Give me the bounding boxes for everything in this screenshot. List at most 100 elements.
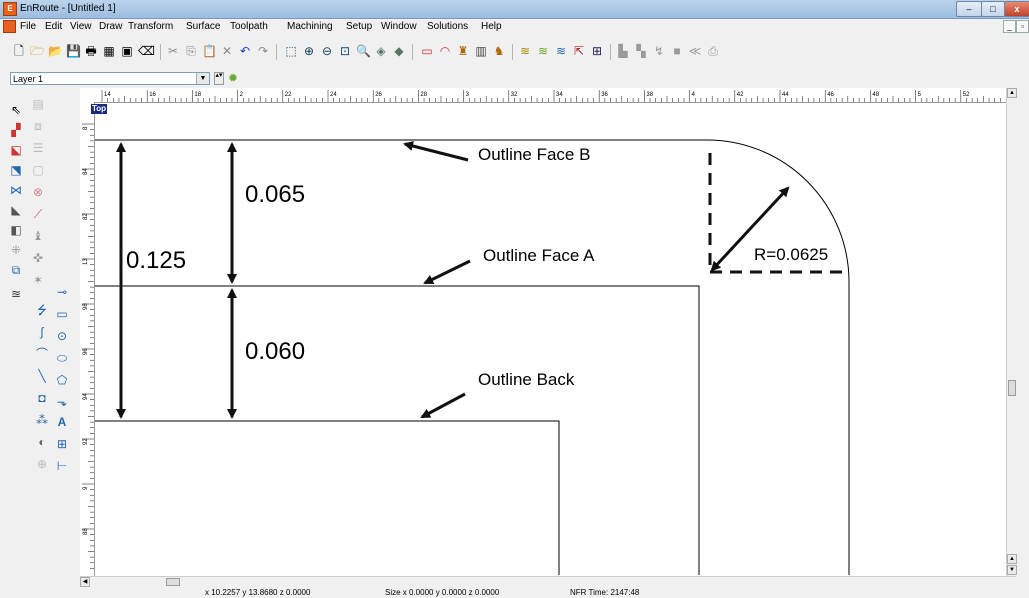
polyline-icon[interactable]: ⭍ [34, 302, 50, 318]
mdi-minimize-button[interactable]: _ [1003, 20, 1016, 33]
target-icon[interactable]: ⊕ [34, 456, 50, 472]
layer-properties-icon[interactable]: ✹ [228, 71, 238, 85]
measure-icon[interactable]: ≪ [688, 44, 702, 58]
contrast-icon[interactable]: ◐ [34, 434, 50, 450]
vertical-scrollbar[interactable]: ▲ ▲ ▼ [1006, 88, 1017, 576]
weld-icon[interactable]: ⊗ [30, 184, 46, 200]
screen-icon[interactable]: ▣ [120, 44, 134, 58]
menu-window[interactable]: Window [381, 21, 417, 32]
outline-face-a-path[interactable] [95, 285, 700, 575]
arc-icon[interactable]: ◠ [438, 44, 452, 58]
zoom-all-icon[interactable]: ⊡ [338, 44, 352, 58]
layer-down-icon[interactable]: ≋ [554, 44, 568, 58]
fill-shape-icon[interactable]: ◘ [34, 390, 50, 406]
grid-array-icon[interactable]: ⁂ [34, 412, 50, 428]
star-icon[interactable]: ⬎ [54, 394, 70, 410]
horizontal-scroll-thumb[interactable] [166, 578, 180, 586]
array-icon[interactable]: ⁜ [8, 242, 24, 258]
menu-toolpath[interactable]: Toolpath [230, 21, 268, 32]
menu-machining[interactable]: Machining [287, 21, 333, 32]
document-menu-icon[interactable] [3, 20, 16, 33]
polygon-icon[interactable]: ⬠ [54, 372, 70, 388]
view3d-icon[interactable]: ◈ [374, 44, 388, 58]
menu-surface[interactable]: Surface [186, 21, 220, 32]
pointer-icon[interactable]: ⇱ [572, 44, 586, 58]
outline-back-path[interactable] [95, 420, 560, 575]
table-icon[interactable]: ⊞ [590, 44, 604, 58]
node-edit-icon[interactable]: ▞ [8, 122, 24, 138]
menu-view[interactable]: View [70, 21, 92, 32]
trim-icon[interactable]: ♝ [30, 228, 46, 244]
menu-help[interactable]: Help [481, 21, 502, 32]
fill-icon[interactable]: ▙ [616, 44, 630, 58]
offset-icon[interactable]: ⧉ [8, 262, 24, 278]
vertical-scroll-thumb[interactable] [1008, 380, 1016, 396]
rectangle-icon[interactable]: ▭ [420, 44, 434, 58]
extend-icon[interactable]: ✜ [30, 250, 46, 266]
dimension-icon[interactable]: ⊢ [54, 458, 70, 474]
text-tool-icon[interactable]: A [54, 414, 70, 430]
line-icon[interactable]: ╲ [34, 368, 50, 384]
machine-icon[interactable]: ▥ [474, 44, 488, 58]
align-icon[interactable]: ◧ [8, 222, 24, 238]
print-icon[interactable]: 🖶 [84, 44, 98, 58]
open-folder-icon[interactable]: 📂 [48, 44, 63, 58]
bezier-icon[interactable]: ∫ [34, 324, 50, 340]
open-icon[interactable]: 🗁 [30, 44, 45, 58]
maximize-button[interactable]: □ [981, 1, 1005, 17]
circle-icon[interactable]: ⊙ [54, 328, 70, 344]
list-icon[interactable]: ☰ [30, 140, 46, 156]
wrap-icon[interactable]: ≊ [8, 286, 24, 302]
arc-draw-icon[interactable]: ⌒ [34, 346, 50, 362]
menu-draw[interactable]: Draw [99, 21, 122, 32]
enroute-app-icon[interactable]: E [3, 2, 17, 16]
redo-icon[interactable]: ↷ [256, 44, 270, 58]
skew-icon[interactable]: ◣ [8, 202, 24, 218]
scroll-down-button-2[interactable]: ▼ [1007, 565, 1017, 575]
vector-icon[interactable]: ↯ [652, 44, 666, 58]
scroll-up-button[interactable]: ▲ [1007, 88, 1017, 98]
scale-icon[interactable]: ⬕ [8, 142, 24, 158]
mdi-restore-button[interactable]: ▫ [1016, 20, 1029, 33]
texture-icon[interactable]: ▚ [634, 44, 648, 58]
zoom-window-icon[interactable]: 🔍 [356, 44, 371, 58]
ellipse-icon[interactable]: ⬭ [54, 350, 70, 366]
save-icon[interactable]: 💾 [66, 44, 81, 58]
frame-icon[interactable]: ▢ [30, 162, 46, 178]
delete-icon[interactable]: ✕ [220, 44, 234, 58]
layers-icon[interactable]: ≋ [518, 44, 532, 58]
group-icon[interactable]: ⧈ [30, 118, 46, 134]
menu-transform[interactable]: Transform [128, 21, 173, 32]
camera-icon[interactable]: ⎙ [706, 44, 720, 58]
menu-solutions[interactable]: Solutions [427, 21, 468, 32]
toolpath-icon[interactable]: ♜ [456, 44, 470, 58]
minimize-button[interactable]: – [956, 1, 982, 17]
text-block-icon[interactable]: ▤ [30, 96, 46, 112]
chevron-down-icon[interactable]: ▼ [196, 73, 209, 84]
eraser-icon[interactable]: ⌫ [138, 44, 155, 58]
rotate-icon[interactable]: ⬔ [8, 162, 24, 178]
connect-icon[interactable]: ⊸ [54, 284, 70, 300]
menu-setup[interactable]: Setup [346, 21, 372, 32]
undo-icon[interactable]: ↶ [238, 44, 252, 58]
outline-face-b-path[interactable] [95, 139, 850, 575]
select-box-icon[interactable]: ⬚ [284, 44, 298, 58]
copy-icon[interactable]: ⎘ [184, 44, 198, 58]
rectangle-draw-icon[interactable]: ▭ [54, 306, 70, 322]
scroll-left-button[interactable]: ◀ [80, 577, 90, 587]
box-icon[interactable]: ■ [670, 44, 684, 58]
cut-icon[interactable]: ✂ [166, 44, 180, 58]
new-icon[interactable]: 🗋 [12, 44, 26, 58]
close-button[interactable]: x [1004, 1, 1029, 17]
layer-up-icon[interactable]: ≋ [536, 44, 550, 58]
mirror-icon[interactable]: ⋈ [8, 182, 24, 198]
horizontal-scrollbar[interactable]: ◀ [80, 576, 1016, 587]
layer-select[interactable]: Layer 1 ▼ [10, 72, 210, 85]
menu-file[interactable]: File [20, 21, 36, 32]
select-arrow-icon[interactable]: ⇖ [8, 102, 24, 118]
paste-icon[interactable]: 📋 [202, 44, 217, 58]
table-draw-icon[interactable]: ⊞ [54, 436, 70, 452]
output-icon[interactable]: ♞ [492, 44, 506, 58]
zoom-out-icon[interactable]: ⊖ [320, 44, 334, 58]
knife-icon[interactable]: ⟋ [30, 206, 46, 222]
